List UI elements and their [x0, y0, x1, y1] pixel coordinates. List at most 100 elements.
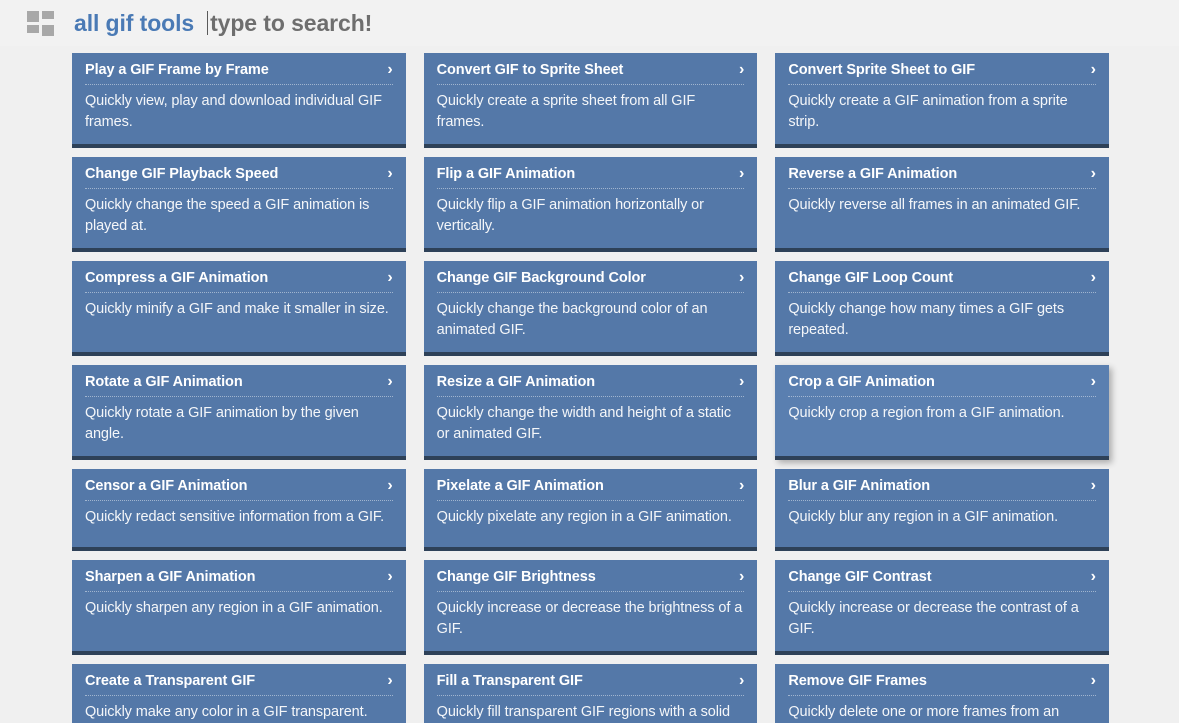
- tool-card-title: Flip a GIF Animation: [436, 166, 576, 182]
- tool-card-header: Rotate a GIF Animation ›: [85, 373, 393, 397]
- tool-card-title: Change GIF Contrast: [788, 569, 932, 585]
- tool-card[interactable]: Convert Sprite Sheet to GIF › Quickly crea…: [775, 53, 1109, 148]
- tool-card[interactable]: Change GIF Brightness › Quickly increase o…: [423, 560, 758, 655]
- tool-card-description: Quickly change how many times a GIF gets…: [788, 301, 1064, 338]
- tool-card-title: Create a Transparent GIF: [85, 673, 256, 689]
- search-input[interactable]: [208, 8, 639, 38]
- tool-card-description: Quickly create a sprite sheet from all G…: [436, 93, 696, 130]
- tool-card-title: Compress a GIF Animation: [85, 270, 269, 286]
- grid-logo-cell-1: [27, 10, 39, 22]
- tool-card-description: Quickly increase or decrease the brightn…: [436, 600, 743, 637]
- chevron-right-icon[interactable]: ›: [1091, 373, 1096, 390]
- tool-card[interactable]: Rotate a GIF Animation › Quickly rotate a …: [72, 365, 406, 460]
- tool-card-header: Play a GIF Frame by Frame ›: [85, 61, 393, 85]
- tool-card-description: Quickly reverse all frames in an animate…: [788, 197, 1081, 213]
- page-title: all gif tools: [74, 9, 195, 36]
- tool-card-title: Change GIF Playback Speed: [85, 166, 279, 182]
- tool-card-header: Blur a GIF Animation ›: [788, 477, 1096, 501]
- tool-card[interactable]: Remove GIF Frames › Quickly delete one or …: [775, 664, 1109, 723]
- tool-card[interactable]: Blur a GIF Animation › Quickly blur any re…: [775, 469, 1109, 551]
- tool-card-title: Change GIF Brightness: [436, 569, 596, 585]
- chevron-right-icon[interactable]: ›: [387, 61, 392, 78]
- chevron-right-icon[interactable]: ›: [739, 165, 744, 182]
- chevron-right-icon[interactable]: ›: [1091, 269, 1096, 286]
- tool-card[interactable]: Pixelate a GIF Animation › Quickly pixelat…: [423, 469, 758, 551]
- tool-card-header: Compress a GIF Animation ›: [85, 269, 393, 293]
- tool-card-header: Reverse a GIF Animation ›: [788, 165, 1096, 189]
- tool-card-header: Convert GIF to Sprite Sheet ›: [436, 61, 745, 85]
- chevron-right-icon[interactable]: ›: [387, 477, 392, 494]
- tool-card-description: Quickly sharpen any region in a GIF anim…: [85, 600, 383, 616]
- tool-card-description: Quickly create a GIF animation from a sp…: [788, 93, 1068, 130]
- tool-card-header: Flip a GIF Animation ›: [436, 165, 745, 189]
- tool-card-title: Convert Sprite Sheet to GIF: [788, 62, 975, 78]
- tool-card-description: Quickly blur any region in a GIF animati…: [788, 509, 1059, 525]
- tool-card-header: Create a Transparent GIF ›: [85, 672, 393, 696]
- tool-card-title: Blur a GIF Animation: [788, 478, 930, 494]
- tool-card-description: Quickly fill transparent GIF regions wit…: [436, 704, 730, 720]
- chevron-right-icon[interactable]: ›: [387, 165, 392, 182]
- grid-logo-cell-2: [42, 10, 54, 19]
- chevron-right-icon[interactable]: ›: [1091, 672, 1096, 689]
- tool-card-title: Rotate a GIF Animation: [85, 374, 243, 390]
- tool-card[interactable]: Change GIF Background Color › Quickly chan…: [423, 261, 758, 356]
- chevron-right-icon[interactable]: ›: [1091, 165, 1096, 182]
- tool-card-description: Quickly change the width and height of a…: [436, 405, 731, 442]
- tool-card[interactable]: Censor a GIF Animation › Quickly redact se…: [72, 469, 406, 551]
- chevron-right-icon[interactable]: ›: [387, 373, 392, 390]
- chevron-right-icon[interactable]: ›: [387, 269, 392, 286]
- grid-logo-cell-4: [42, 24, 54, 36]
- tool-card[interactable]: Change GIF Playback Speed › Quickly change…: [72, 157, 406, 252]
- tool-card-title: Change GIF Loop Count: [788, 270, 953, 286]
- chevron-right-icon[interactable]: ›: [739, 568, 744, 585]
- chevron-right-icon[interactable]: ›: [739, 373, 744, 390]
- tool-card-header: Censor a GIF Animation ›: [85, 477, 393, 501]
- grid-logo-icon[interactable]: [27, 10, 56, 37]
- tool-card-description: Quickly pixelate any region in a GIF ani…: [436, 509, 732, 525]
- chevron-right-icon[interactable]: ›: [387, 672, 392, 689]
- search-box[interactable]: [207, 8, 639, 38]
- tool-card[interactable]: Resize a GIF Animation › Quickly change th…: [423, 365, 758, 460]
- tool-card-description: Quickly view, play and download individu…: [85, 93, 382, 130]
- chevron-right-icon[interactable]: ›: [739, 61, 744, 78]
- tool-card-title: Censor a GIF Animation: [85, 478, 248, 494]
- tool-card[interactable]: Change GIF Contrast › Quickly increase or …: [775, 560, 1109, 655]
- tool-card[interactable]: Convert GIF to Sprite Sheet › Quickly crea…: [423, 53, 758, 148]
- tool-card-title: Pixelate a GIF Animation: [436, 478, 604, 494]
- tool-card[interactable]: Reverse a GIF Animation › Quickly reverse …: [775, 157, 1109, 252]
- chevron-right-icon[interactable]: ›: [1091, 61, 1096, 78]
- tool-card[interactable]: Compress a GIF Animation › Quickly minify …: [72, 261, 406, 356]
- tool-card[interactable]: Fill a Transparent GIF › Quickly fill tran…: [423, 664, 758, 723]
- tool-card-description: Quickly flip a GIF animation horizontall…: [436, 197, 704, 234]
- tool-card-header: Sharpen a GIF Animation ›: [85, 568, 393, 592]
- tool-card-header: Crop a GIF Animation ›: [788, 373, 1096, 397]
- tool-card-title: Convert GIF to Sprite Sheet: [436, 62, 624, 78]
- tool-card[interactable]: Flip a GIF Animation › Quickly flip a GIF …: [423, 157, 758, 252]
- tool-card-header: Change GIF Loop Count ›: [788, 269, 1096, 293]
- tool-card-description: Quickly rotate a GIF animation by the gi…: [85, 405, 359, 442]
- chevron-right-icon[interactable]: ›: [1091, 477, 1096, 494]
- tool-card[interactable]: Create a Transparent GIF › Quickly make an…: [72, 664, 406, 723]
- tool-card-grid: Play a GIF Frame by Frame › Quickly view, …: [0, 46, 1179, 723]
- tool-card-description: Quickly increase or decrease the contras…: [788, 600, 1079, 637]
- tool-card-title: Remove GIF Frames: [788, 673, 927, 689]
- tool-card-description: Quickly delete one or more frames from a…: [788, 704, 1060, 720]
- chevron-right-icon[interactable]: ›: [387, 568, 392, 585]
- tool-card-header: Convert Sprite Sheet to GIF ›: [788, 61, 1096, 85]
- tool-card-description: Quickly crop a region from a GIF animati…: [788, 405, 1065, 421]
- chevron-right-icon[interactable]: ›: [739, 269, 744, 286]
- chevron-right-icon[interactable]: ›: [1091, 568, 1096, 585]
- tool-card-title: Play a GIF Frame by Frame: [85, 62, 269, 78]
- tool-card[interactable]: Play a GIF Frame by Frame › Quickly view, …: [72, 53, 406, 148]
- tool-card-title: Crop a GIF Animation: [788, 374, 935, 390]
- tool-card[interactable]: Sharpen a GIF Animation › Quickly sharpen …: [72, 560, 406, 655]
- grid-logo-cell-3: [27, 24, 39, 33]
- tool-card-header: Change GIF Brightness ›: [436, 568, 745, 592]
- tool-card-header: Remove GIF Frames ›: [788, 672, 1096, 696]
- tool-card[interactable]: Crop a GIF Animation › Quickly crop a regi…: [775, 365, 1109, 460]
- tool-card-header: Change GIF Background Color ›: [436, 269, 745, 293]
- tool-card-description: Quickly make any color in a GIF transpar…: [85, 704, 368, 720]
- tool-card[interactable]: Change GIF Loop Count › Quickly change how…: [775, 261, 1109, 356]
- chevron-right-icon[interactable]: ›: [739, 477, 744, 494]
- chevron-right-icon[interactable]: ›: [739, 672, 744, 689]
